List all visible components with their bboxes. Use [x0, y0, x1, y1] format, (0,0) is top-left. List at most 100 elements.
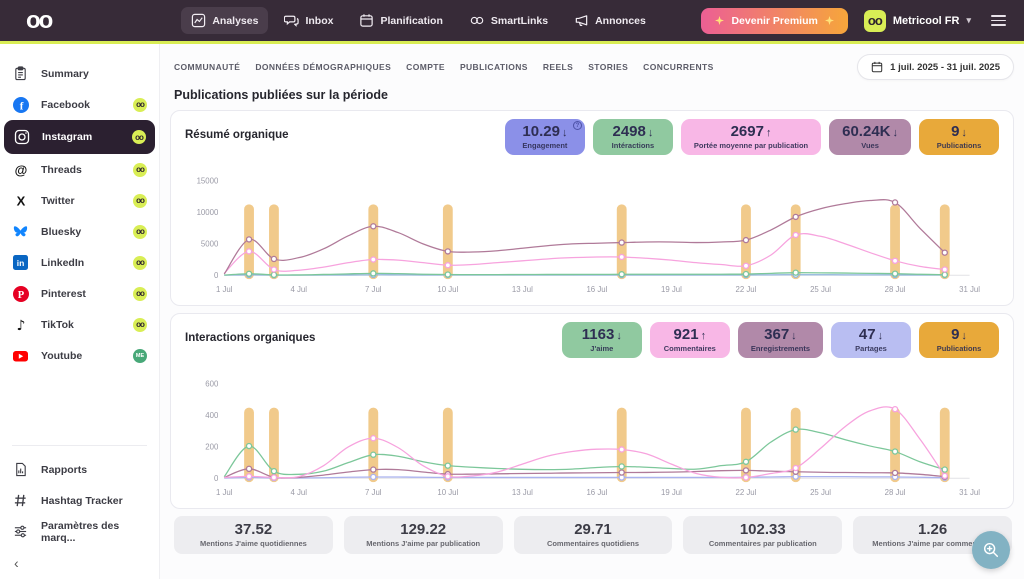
metricool-badge: oo: [133, 225, 147, 239]
svg-text:X: X: [16, 193, 25, 208]
sidebar: Summary f Facebookoo Instagramoo @ Threa…: [0, 44, 160, 579]
sidebar-item-bluesky[interactable]: Blueskyoo: [0, 216, 159, 247]
svg-text:22 Jul: 22 Jul: [736, 285, 757, 294]
sidebar-item-hashtag-tracker[interactable]: Hashtag Tracker: [0, 485, 159, 516]
top-navbar: oo Analyses Inbox Planification SmartLin…: [0, 0, 1024, 41]
sliders-icon: [12, 523, 29, 540]
summary-metrics-row: 37.52 Mentions J'aime quotidiennes 129.2…: [174, 516, 1012, 554]
account-avatar: oo: [864, 10, 886, 32]
metric-card-mentions-j-aime-quotidiennes: 37.52 Mentions J'aime quotidiennes: [174, 516, 333, 554]
sidebar-item-param-tres-des-marq[interactable]: Paramètres des marq...: [0, 516, 159, 547]
sidebar-item-threads[interactable]: @ Threadsoo: [0, 154, 159, 185]
metricool-badge: oo: [133, 287, 147, 301]
tab-stories[interactable]: STORIES: [588, 62, 628, 72]
stat-card-int-ractions[interactable]: 2498↓ Intéractions: [593, 119, 673, 155]
bluesky-icon: [12, 223, 29, 240]
report-icon: [12, 461, 29, 478]
svg-text:31 Jul: 31 Jul: [959, 488, 980, 497]
tab-concurrents[interactable]: CONCURRENTS: [643, 62, 714, 72]
stat-card-commentaires[interactable]: 921↑ Commentaires: [650, 322, 730, 358]
premium-button[interactable]: Devenir Premium: [701, 8, 847, 34]
svg-text:25 Jul: 25 Jul: [810, 285, 831, 294]
stat-card-port-e-moyenne-par-publication[interactable]: 2697↑ Portée moyenne par publication: [681, 119, 821, 155]
metric-card-mentions-j-aime-par-publication: 129.22 Mentions J'aime par publication: [344, 516, 503, 554]
sidebar-item-twitter[interactable]: X Twitteroo: [0, 185, 159, 216]
sidebar-item-summary[interactable]: Summary: [0, 58, 159, 89]
trend-down-icon: ↓: [791, 330, 797, 342]
metric-card-commentaires-par-publication: 102.33 Commentaires par publication: [683, 516, 842, 554]
trend-down-icon: ↓: [961, 127, 967, 139]
stat-card-enregistrements[interactable]: 367↓ Enregistrements: [738, 322, 823, 358]
metricool-badge: oo: [133, 163, 147, 177]
sidebar-item-instagram[interactable]: Instagramoo: [4, 120, 155, 154]
account-switcher[interactable]: oo Metricool FR ▾: [864, 10, 971, 32]
svg-text:28 Jul: 28 Jul: [885, 285, 906, 294]
nav-item-annonces[interactable]: Annonces: [564, 7, 656, 34]
stat-card-engagement[interactable]: ? 10.29↓ Engagement: [505, 119, 585, 155]
metricool-logo[interactable]: oo: [26, 9, 51, 33]
hashtag-icon: [12, 492, 29, 509]
stat-card-partages[interactable]: 47↓ Partages: [831, 322, 911, 358]
tab-compte[interactable]: COMPTE: [406, 62, 445, 72]
trend-down-icon: ↓: [616, 330, 622, 342]
calendar-icon: [871, 61, 883, 73]
sidebar-item-linkedin[interactable]: in LinkedInoo: [0, 247, 159, 278]
twitter-icon: X: [12, 192, 29, 209]
interactions-organiques-chart: 02004006001 Jul4 Jul7 Jul10 Jul13 Jul16 …: [185, 372, 999, 506]
main-nav: Analyses Inbox Planification SmartLinks …: [181, 7, 656, 34]
chart-icon: [191, 13, 206, 28]
sidebar-item-pinterest[interactable]: P Pinterestoo: [0, 278, 159, 309]
stat-card-j-aime[interactable]: 1163↓ J'aime: [562, 322, 642, 358]
svg-text:15000: 15000: [197, 177, 219, 186]
premium-label: Devenir Premium: [731, 15, 817, 27]
svg-text:7 Jul: 7 Jul: [365, 285, 382, 294]
sidebar-collapse-button[interactable]: ‹: [0, 547, 159, 573]
zoom-fab[interactable]: [972, 531, 1010, 569]
menu-icon[interactable]: [987, 11, 1010, 30]
sparkle-icon: [715, 16, 724, 25]
sidebar-item-tiktok[interactable]: ♪ TikTokoo: [0, 309, 159, 340]
nav-item-smartlinks[interactable]: SmartLinks: [459, 7, 558, 34]
svg-text:in: in: [17, 258, 25, 268]
calendar-icon: [359, 13, 374, 28]
tab-communaut[interactable]: COMMUNAUTÉ: [174, 62, 240, 72]
sidebar-item-facebook[interactable]: f Facebookoo: [0, 89, 159, 120]
date-range-label: 1 juil. 2025 - 31 juil. 2025: [890, 62, 1000, 73]
svg-text:25 Jul: 25 Jul: [810, 488, 831, 497]
svg-text:♪: ♪: [16, 318, 25, 333]
nav-item-inbox[interactable]: Inbox: [274, 7, 343, 34]
sidebar-item-rapports[interactable]: Rapports: [0, 454, 159, 485]
tab-reels[interactable]: REELS: [543, 62, 573, 72]
date-range-picker[interactable]: 1 juil. 2025 - 31 juil. 2025: [857, 54, 1014, 80]
svg-text:19 Jul: 19 Jul: [661, 488, 682, 497]
stat-card-publications[interactable]: 9↓ Publications: [919, 322, 999, 358]
metricool-badge: oo: [133, 98, 147, 112]
instagram-icon: [13, 129, 30, 146]
stat-card-row: 1163↓ J'aime 921↑ Commentaires 367↓ Enre…: [562, 322, 999, 358]
trend-down-icon: ↓: [562, 127, 568, 139]
stat-card-row: ? 10.29↓ Engagement 2498↓ Intéractions 2…: [505, 119, 999, 155]
tab-publications[interactable]: PUBLICATIONS: [460, 62, 528, 72]
tiktok-icon: ♪: [12, 316, 29, 333]
facebook-icon: f: [12, 96, 29, 113]
account-name: Metricool FR: [893, 15, 960, 27]
nav-item-planification[interactable]: Planification: [349, 7, 452, 34]
svg-text:4 Jul: 4 Jul: [290, 488, 307, 497]
svg-text:4 Jul: 4 Jul: [290, 285, 307, 294]
stat-card-vues[interactable]: 60.24K↓ Vues: [829, 119, 911, 155]
metricool-badge: oo: [133, 194, 147, 208]
stat-card-publications[interactable]: 9↓ Publications: [919, 119, 999, 155]
help-icon[interactable]: ?: [573, 121, 582, 130]
svg-text:13 Jul: 13 Jul: [512, 285, 533, 294]
metricool-badge: oo: [133, 318, 147, 332]
svg-text:400: 400: [205, 411, 219, 420]
sidebar-divider: [12, 445, 147, 446]
svg-text:28 Jul: 28 Jul: [885, 488, 906, 497]
trend-up-icon: ↑: [701, 330, 707, 342]
svg-text:0: 0: [214, 474, 219, 483]
sidebar-item-youtube[interactable]: YoutubeME: [0, 340, 159, 371]
tab-donn-es-d-mographiques[interactable]: DONNÉES DÉMOGRAPHIQUES: [255, 62, 391, 72]
nav-item-analyses[interactable]: Analyses: [181, 7, 268, 34]
svg-text:10000: 10000: [197, 208, 219, 217]
svg-text:19 Jul: 19 Jul: [661, 285, 682, 294]
